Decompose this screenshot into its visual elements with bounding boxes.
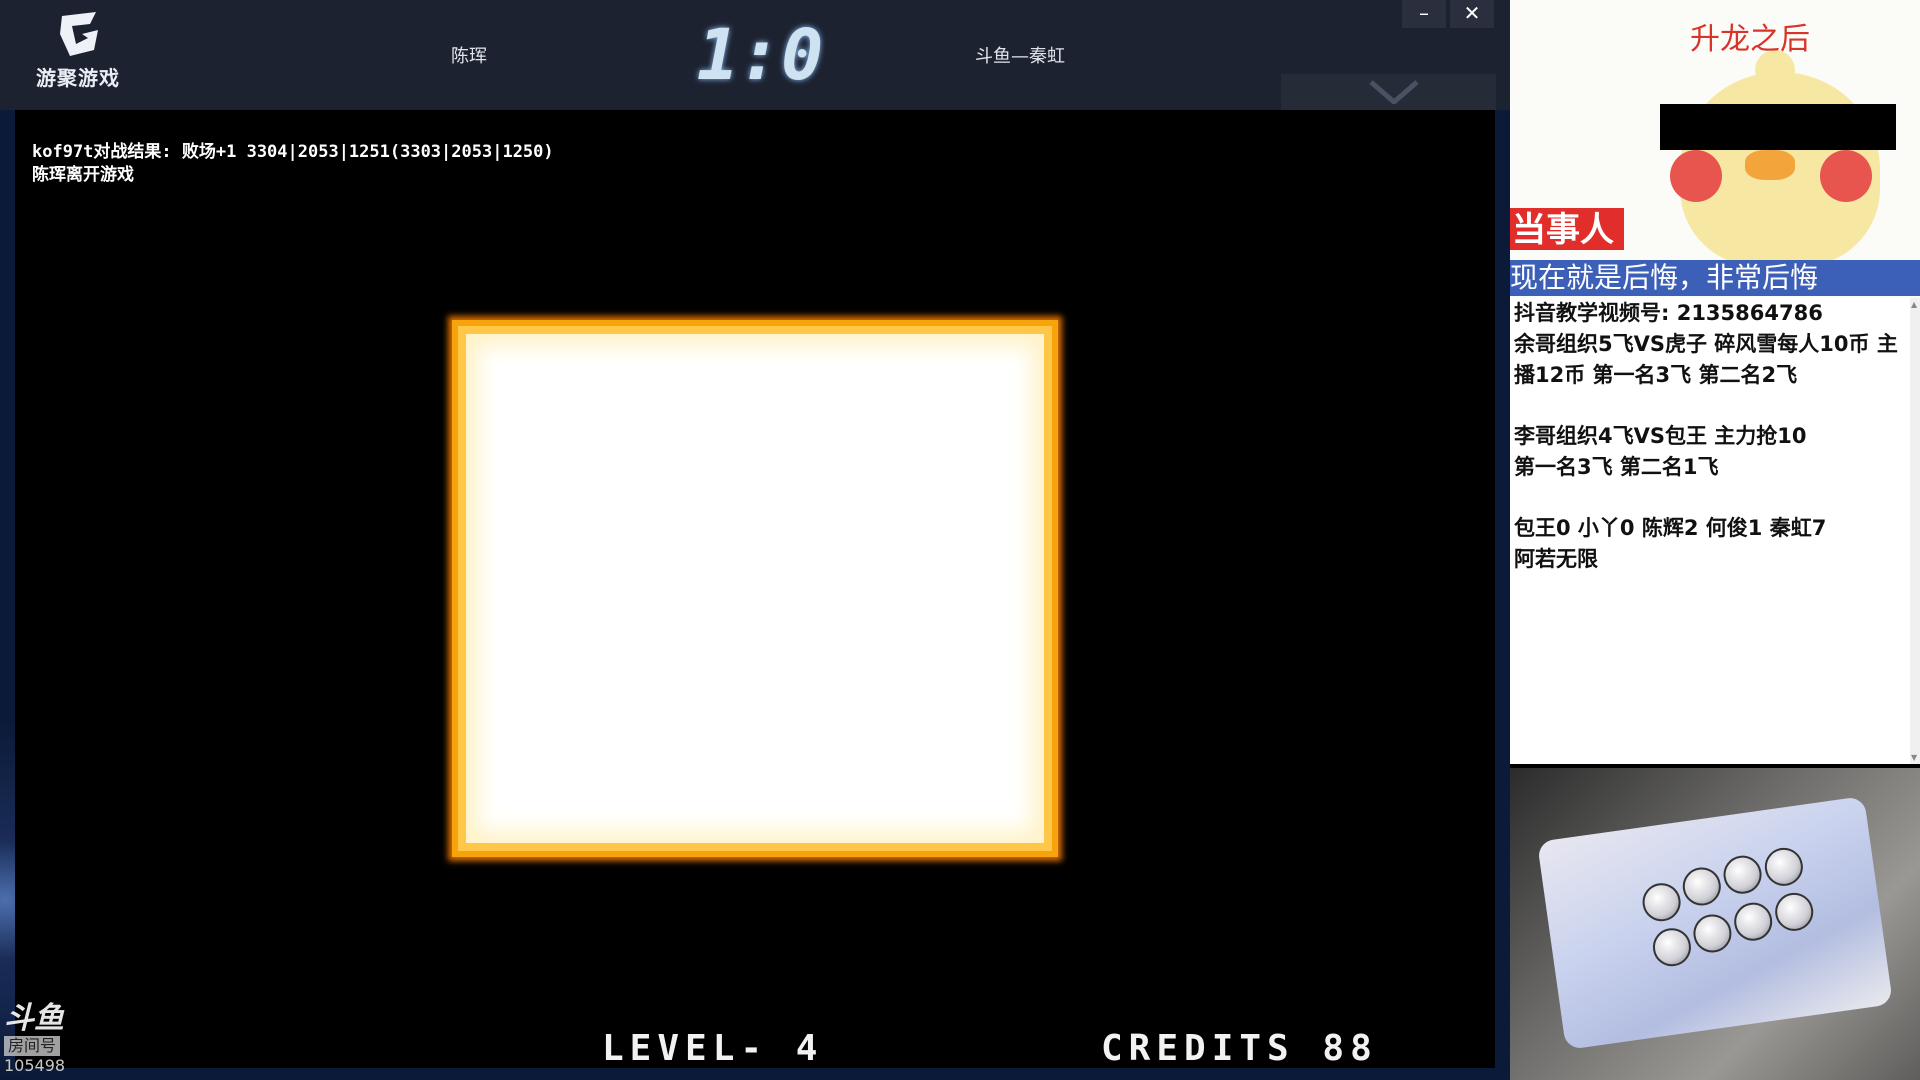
game-screen[interactable]: kof97t对战结果: 败场+1 3304|2053|1251(3303|205… bbox=[15, 110, 1495, 1069]
room-id: 105498 bbox=[4, 1056, 66, 1075]
arcade-button bbox=[1762, 845, 1806, 889]
minimize-button[interactable]: – bbox=[1402, 0, 1446, 28]
stream-overlay-panel: 升龙之后 当事人 现在就是后悔，非常后悔 抖音教学视频号: 2135864786… bbox=[1510, 0, 1920, 1080]
arcade-button bbox=[1680, 865, 1724, 908]
censor-bar bbox=[1660, 104, 1896, 150]
game-client-window: 游聚游戏 陈珲 1:0 斗鱼—秦虹 – ✕ kof97t对战结果: 败场+1 3… bbox=[0, 0, 1510, 1080]
arcade-stick bbox=[1536, 796, 1894, 1050]
stream-info-text: 抖音教学视频号: 2135864786 余哥组织5飞VS虎子 碎风雪每人10币 … bbox=[1510, 298, 1910, 764]
player-right-name: 斗鱼—秦虹 bbox=[975, 46, 1065, 67]
title-bar: 游聚游戏 陈珲 1:0 斗鱼—秦虹 – ✕ bbox=[0, 0, 1510, 110]
scroll-up-icon[interactable]: ▲ bbox=[1911, 300, 1917, 309]
meme-title: 升龙之后 bbox=[1690, 22, 1810, 57]
close-button[interactable]: ✕ bbox=[1450, 0, 1494, 28]
room-label: 房间号 bbox=[4, 1036, 61, 1056]
match-score: 1:0 bbox=[696, 14, 824, 96]
info-line: 余哥组织5飞VS虎子 碎风雪每人10币 主 bbox=[1514, 332, 1898, 356]
info-line: 李哥组织4飞VS包王 主力抢10 bbox=[1514, 424, 1807, 448]
logo-text: 游聚游戏 bbox=[36, 66, 120, 90]
meme-tag: 当事人 bbox=[1510, 208, 1624, 250]
expand-panel-button[interactable] bbox=[1281, 74, 1496, 110]
info-line: 第一名3飞 第二名1飞 bbox=[1514, 455, 1719, 479]
app-logo: 游聚游戏 bbox=[30, 10, 140, 90]
meme-subtitle: 现在就是后悔，非常后悔 bbox=[1510, 260, 1920, 296]
arcade-button bbox=[1690, 912, 1734, 955]
duck-cheek-left bbox=[1670, 150, 1722, 202]
arcade-button bbox=[1731, 900, 1775, 944]
level-indicator: LEVEL- 4 bbox=[602, 1028, 824, 1069]
duck-cheek-right bbox=[1820, 150, 1872, 202]
arcade-button bbox=[1650, 925, 1694, 969]
match-result-log: kof97t对战结果: 败场+1 3304|2053|1251(3303|205… bbox=[32, 142, 554, 162]
info-line: 包王0 小丫0 陈辉2 何俊1 秦虹7 bbox=[1514, 516, 1827, 540]
meme-image: 升龙之后 当事人 现在就是后悔，非常后悔 bbox=[1510, 0, 1920, 300]
player-left-log: 陈珲离开游戏 bbox=[32, 165, 134, 185]
arcade-button bbox=[1640, 880, 1684, 924]
info-line: 阿若无限 bbox=[1514, 547, 1598, 571]
duck-beak bbox=[1745, 150, 1795, 180]
douyu-watermark: 斗鱼 房间号 105498 bbox=[4, 1002, 94, 1080]
logo-icon bbox=[60, 12, 98, 56]
scroll-down-icon[interactable]: ▼ bbox=[1911, 753, 1917, 762]
credits-counter: CREDITS 88 bbox=[1101, 1028, 1378, 1069]
info-line: 播12币 第一名3飞 第二名2飞 bbox=[1514, 363, 1798, 387]
chevron-down-icon bbox=[1369, 80, 1419, 104]
hand-cam-feed bbox=[1510, 768, 1920, 1080]
game-flash-effect bbox=[452, 320, 1058, 857]
player-left-name: 陈珲 bbox=[451, 46, 487, 67]
douyu-logo: 斗鱼 bbox=[4, 1001, 64, 1036]
arcade-button bbox=[1721, 853, 1765, 897]
info-scrollbar[interactable]: ▲ ▼ bbox=[1910, 298, 1920, 764]
arcade-button bbox=[1772, 890, 1816, 934]
info-line: 抖音教学视频号: 2135864786 bbox=[1514, 301, 1823, 325]
